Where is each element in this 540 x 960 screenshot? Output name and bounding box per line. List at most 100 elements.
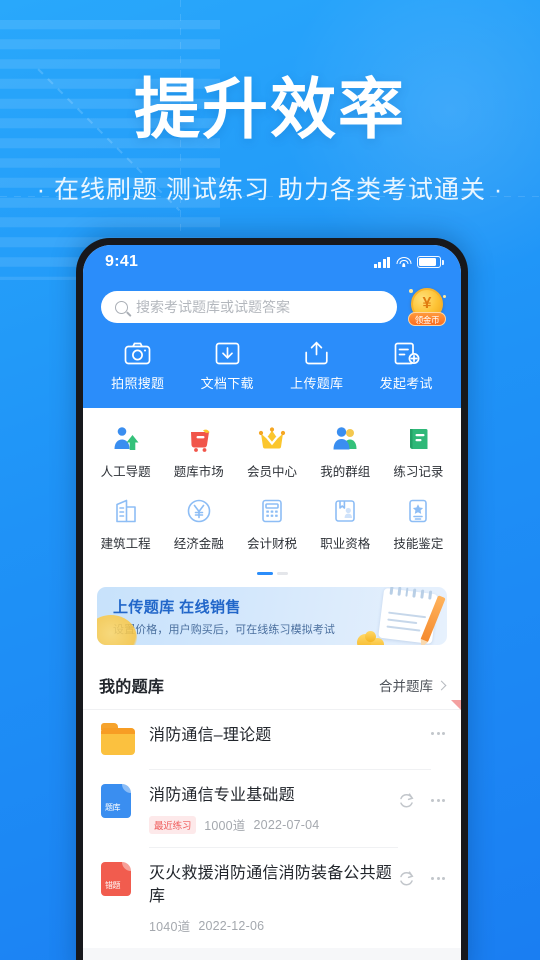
grid-item-professional-qualification[interactable]: 职业资格 bbox=[309, 496, 382, 568]
table-row[interactable]: 消防通信–理论题 bbox=[83, 710, 461, 770]
badge-certificate-icon bbox=[330, 496, 360, 526]
merge-bank-label: 合并题库 bbox=[379, 679, 433, 694]
grid-item-label: 经济金融 bbox=[173, 537, 224, 551]
wrong-question-doc-icon: 错题 bbox=[101, 862, 135, 896]
quick-action-upload-bank[interactable]: 上传题库 bbox=[272, 341, 362, 392]
quick-action-camera-search[interactable]: 拍照搜题 bbox=[93, 341, 183, 392]
category-grid-row-1: 人工导题 题库市场 会员中心 我的群组 练习记录 bbox=[89, 424, 455, 496]
battery-icon bbox=[417, 256, 444, 268]
coin-reward-button[interactable]: ¥ 领金币 bbox=[407, 287, 447, 327]
star-certificate-icon bbox=[403, 496, 433, 526]
coin-reward-label: 领金币 bbox=[408, 312, 446, 326]
crown-icon bbox=[257, 424, 287, 454]
grid-item-practice-record[interactable]: 练习记录 bbox=[382, 424, 455, 496]
item-count: 1000道 bbox=[204, 819, 246, 833]
share-icon[interactable] bbox=[398, 792, 415, 809]
grid-item-label: 职业资格 bbox=[320, 537, 371, 551]
upload-icon bbox=[303, 341, 330, 366]
status-badge: 最近练习 bbox=[149, 815, 197, 834]
more-dots-icon[interactable] bbox=[431, 732, 445, 735]
grid-item-label: 会员中心 bbox=[247, 465, 298, 479]
search-icon bbox=[115, 300, 128, 314]
merge-bank-button[interactable]: 合并题库 bbox=[379, 675, 447, 695]
row-content: 灭火救援消防通信消防装备公共题库 1040道 2022-12-06 bbox=[149, 862, 398, 948]
item-date: 2022-12-06 bbox=[198, 918, 265, 933]
people-group-icon bbox=[330, 424, 360, 454]
item-title: 消防通信专业基础题 bbox=[149, 787, 295, 804]
grid-item-bank-market[interactable]: 题库市场 bbox=[162, 424, 235, 496]
document-plus-icon bbox=[393, 341, 420, 366]
person-upload-icon bbox=[111, 424, 141, 454]
item-date: 2022-07-04 bbox=[253, 817, 320, 832]
upload-sell-banner[interactable]: 上传题库 在线销售 设置价格，用户购买后，可在线练习模拟考试 bbox=[97, 587, 447, 645]
calculator-icon bbox=[257, 496, 287, 526]
grid-item-skill-appraisal[interactable]: 技能鉴定 bbox=[382, 496, 455, 568]
coins-illustration bbox=[357, 631, 391, 645]
quick-action-document-download[interactable]: 文档下载 bbox=[183, 341, 273, 392]
category-grid-card: 人工导题 题库市场 会员中心 我的群组 练习记录 建筑工程 经济金融 会计财税 … bbox=[83, 408, 461, 572]
yuan-circle-icon bbox=[184, 496, 214, 526]
signal-bars-icon bbox=[373, 256, 390, 268]
doc-icon-label: 错题 bbox=[105, 881, 121, 890]
item-title: 消防通信–理论题 bbox=[149, 727, 272, 744]
table-row[interactable]: 题库 消防通信专业基础题 最近练习 1000道 2022-07-04 bbox=[83, 770, 461, 848]
quick-action-label: 拍照搜题 bbox=[111, 376, 165, 391]
more-dots-icon[interactable] bbox=[431, 877, 445, 880]
building-icon bbox=[111, 496, 141, 526]
search-input[interactable]: 搜索考试题库或试题答案 bbox=[101, 291, 397, 323]
quick-action-label: 上传题库 bbox=[290, 376, 344, 391]
banner-wrapper: 上传题库 在线销售 设置价格，用户购买后，可在线练习模拟考试 bbox=[83, 587, 461, 659]
wifi-icon bbox=[396, 256, 411, 268]
shopping-cart-icon bbox=[184, 424, 214, 454]
grid-item-label: 人工导题 bbox=[100, 465, 151, 479]
my-library-section: 我的题库 合并题库 消防通信–理论题 题库 消防通信专业基础题 最近练习 100… bbox=[83, 659, 461, 948]
item-meta: 最近练习 1000道 2022-07-04 bbox=[149, 815, 398, 834]
page-subtitle: · 在线刷题 测试练习 助力各类考试通关 · bbox=[36, 176, 504, 204]
sparkle-icon bbox=[443, 295, 446, 298]
row-actions bbox=[398, 862, 445, 887]
grid-item-my-groups[interactable]: 我的群组 bbox=[309, 424, 382, 496]
grid-item-label: 题库市场 bbox=[173, 465, 224, 479]
grid-item-manual-import[interactable]: 人工导题 bbox=[89, 424, 162, 496]
grid-item-accounting-tax[interactable]: 会计财税 bbox=[235, 496, 308, 568]
phone-screen: 9:41 搜索考试题库或试题答案 ¥ 领金币 拍照搜题 文档下载 上传题库 发起… bbox=[83, 245, 461, 960]
search-placeholder: 搜索考试题库或试题答案 bbox=[136, 299, 290, 315]
grid-item-economy-finance[interactable]: 经济金融 bbox=[162, 496, 235, 568]
notepad-spiral bbox=[389, 587, 433, 600]
pager-dot-active[interactable] bbox=[256, 572, 273, 575]
category-grid-row-2: 建筑工程 经济金融 会计财税 职业资格 技能鉴定 bbox=[89, 496, 455, 568]
app-header: 9:41 搜索考试题库或试题答案 ¥ 领金币 拍照搜题 文档下载 上传题库 发起… bbox=[83, 245, 461, 408]
grid-item-label: 建筑工程 bbox=[100, 537, 151, 551]
chevron-right-icon bbox=[436, 680, 447, 690]
grid-item-member-center[interactable]: 会员中心 bbox=[235, 424, 308, 496]
grid-item-label: 我的群组 bbox=[320, 465, 371, 479]
my-library-title: 我的题库 bbox=[99, 679, 165, 696]
quick-action-start-exam[interactable]: 发起考试 bbox=[362, 341, 452, 392]
quick-action-label: 文档下载 bbox=[200, 376, 254, 391]
status-bar-time: 9:41 bbox=[105, 253, 139, 270]
doc-icon-label: 题库 bbox=[105, 803, 121, 812]
question-bank-doc-icon: 题库 bbox=[101, 784, 135, 818]
folder-icon bbox=[101, 723, 135, 758]
page-title: 提升效率 bbox=[134, 72, 406, 146]
row-content: 消防通信–理论题 bbox=[149, 724, 431, 770]
quick-actions-row: 拍照搜题 文档下载 上传题库 发起考试 bbox=[83, 339, 461, 406]
share-icon[interactable] bbox=[398, 870, 415, 887]
search-row: 搜索考试题库或试题答案 ¥ 领金币 bbox=[83, 279, 461, 339]
status-bar: 9:41 bbox=[83, 245, 461, 279]
grid-item-construction[interactable]: 建筑工程 bbox=[89, 496, 162, 568]
status-bar-indicators bbox=[373, 256, 444, 268]
item-meta: 1040道 2022-12-06 bbox=[149, 916, 398, 935]
pager-dot[interactable] bbox=[276, 572, 288, 575]
item-title: 灭火救援消防通信消防装备公共题库 bbox=[149, 865, 393, 905]
more-dots-icon[interactable] bbox=[431, 799, 445, 802]
camera-icon bbox=[124, 341, 151, 366]
corner-marker-icon bbox=[451, 700, 461, 710]
row-content: 消防通信专业基础题 最近练习 1000道 2022-07-04 bbox=[149, 784, 398, 848]
sparkle-icon bbox=[409, 289, 413, 293]
row-actions bbox=[398, 784, 445, 809]
item-count: 1040道 bbox=[149, 920, 191, 934]
banner-blob-decoration bbox=[97, 615, 137, 645]
table-row[interactable]: 错题 灭火救援消防通信消防装备公共题库 1040道 2022-12-06 bbox=[83, 848, 461, 948]
carousel-pager bbox=[83, 572, 461, 587]
